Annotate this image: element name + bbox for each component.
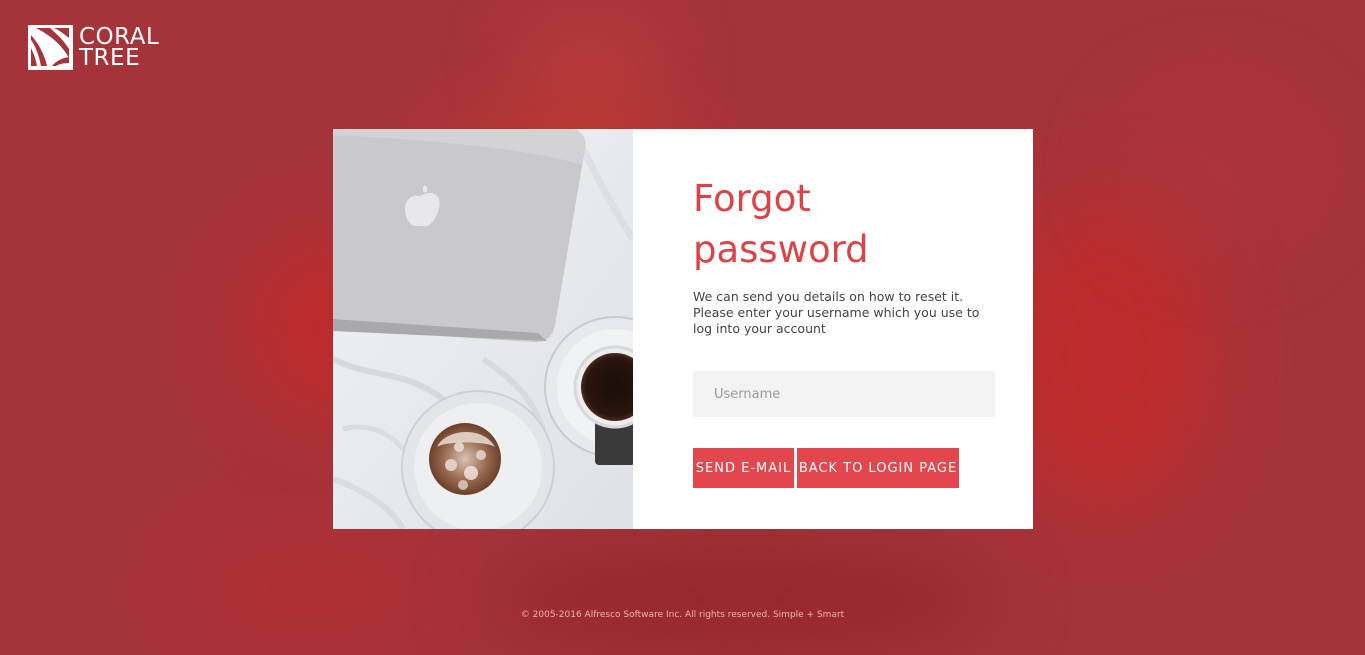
forgot-password-form: Forgot password We can send you details … (633, 129, 1033, 529)
background-blur (180, 520, 440, 655)
brand-logo: CORAL TREE (28, 25, 159, 70)
forgot-password-card: Forgot password We can send you details … (333, 129, 1033, 529)
page-title: Forgot password (693, 173, 869, 275)
username-input[interactable] (693, 371, 995, 417)
send-email-button[interactable]: SEND E-MAIL (693, 448, 794, 488)
login-background: CORAL TREE Forgot password We can send y… (0, 0, 1365, 655)
back-to-login-button[interactable]: BACK TO LOGIN PAGE (797, 448, 959, 488)
page-title-line2: password (693, 228, 869, 271)
background-blur (520, 20, 660, 110)
copyright-footer: © 2005-2016 Alfresco Software Inc. All r… (520, 610, 845, 620)
background-blur (1120, 90, 1310, 250)
instructions-text: We can send you details on how to reset … (693, 289, 980, 336)
brand-name-line2: TREE (79, 44, 141, 71)
coral-tree-logo-icon (28, 25, 73, 70)
laptop-coffee-cake-photo (333, 129, 633, 529)
brand-name: CORAL TREE (79, 25, 159, 71)
background-blur (480, 540, 1000, 655)
page-title-line1: Forgot (693, 177, 811, 220)
